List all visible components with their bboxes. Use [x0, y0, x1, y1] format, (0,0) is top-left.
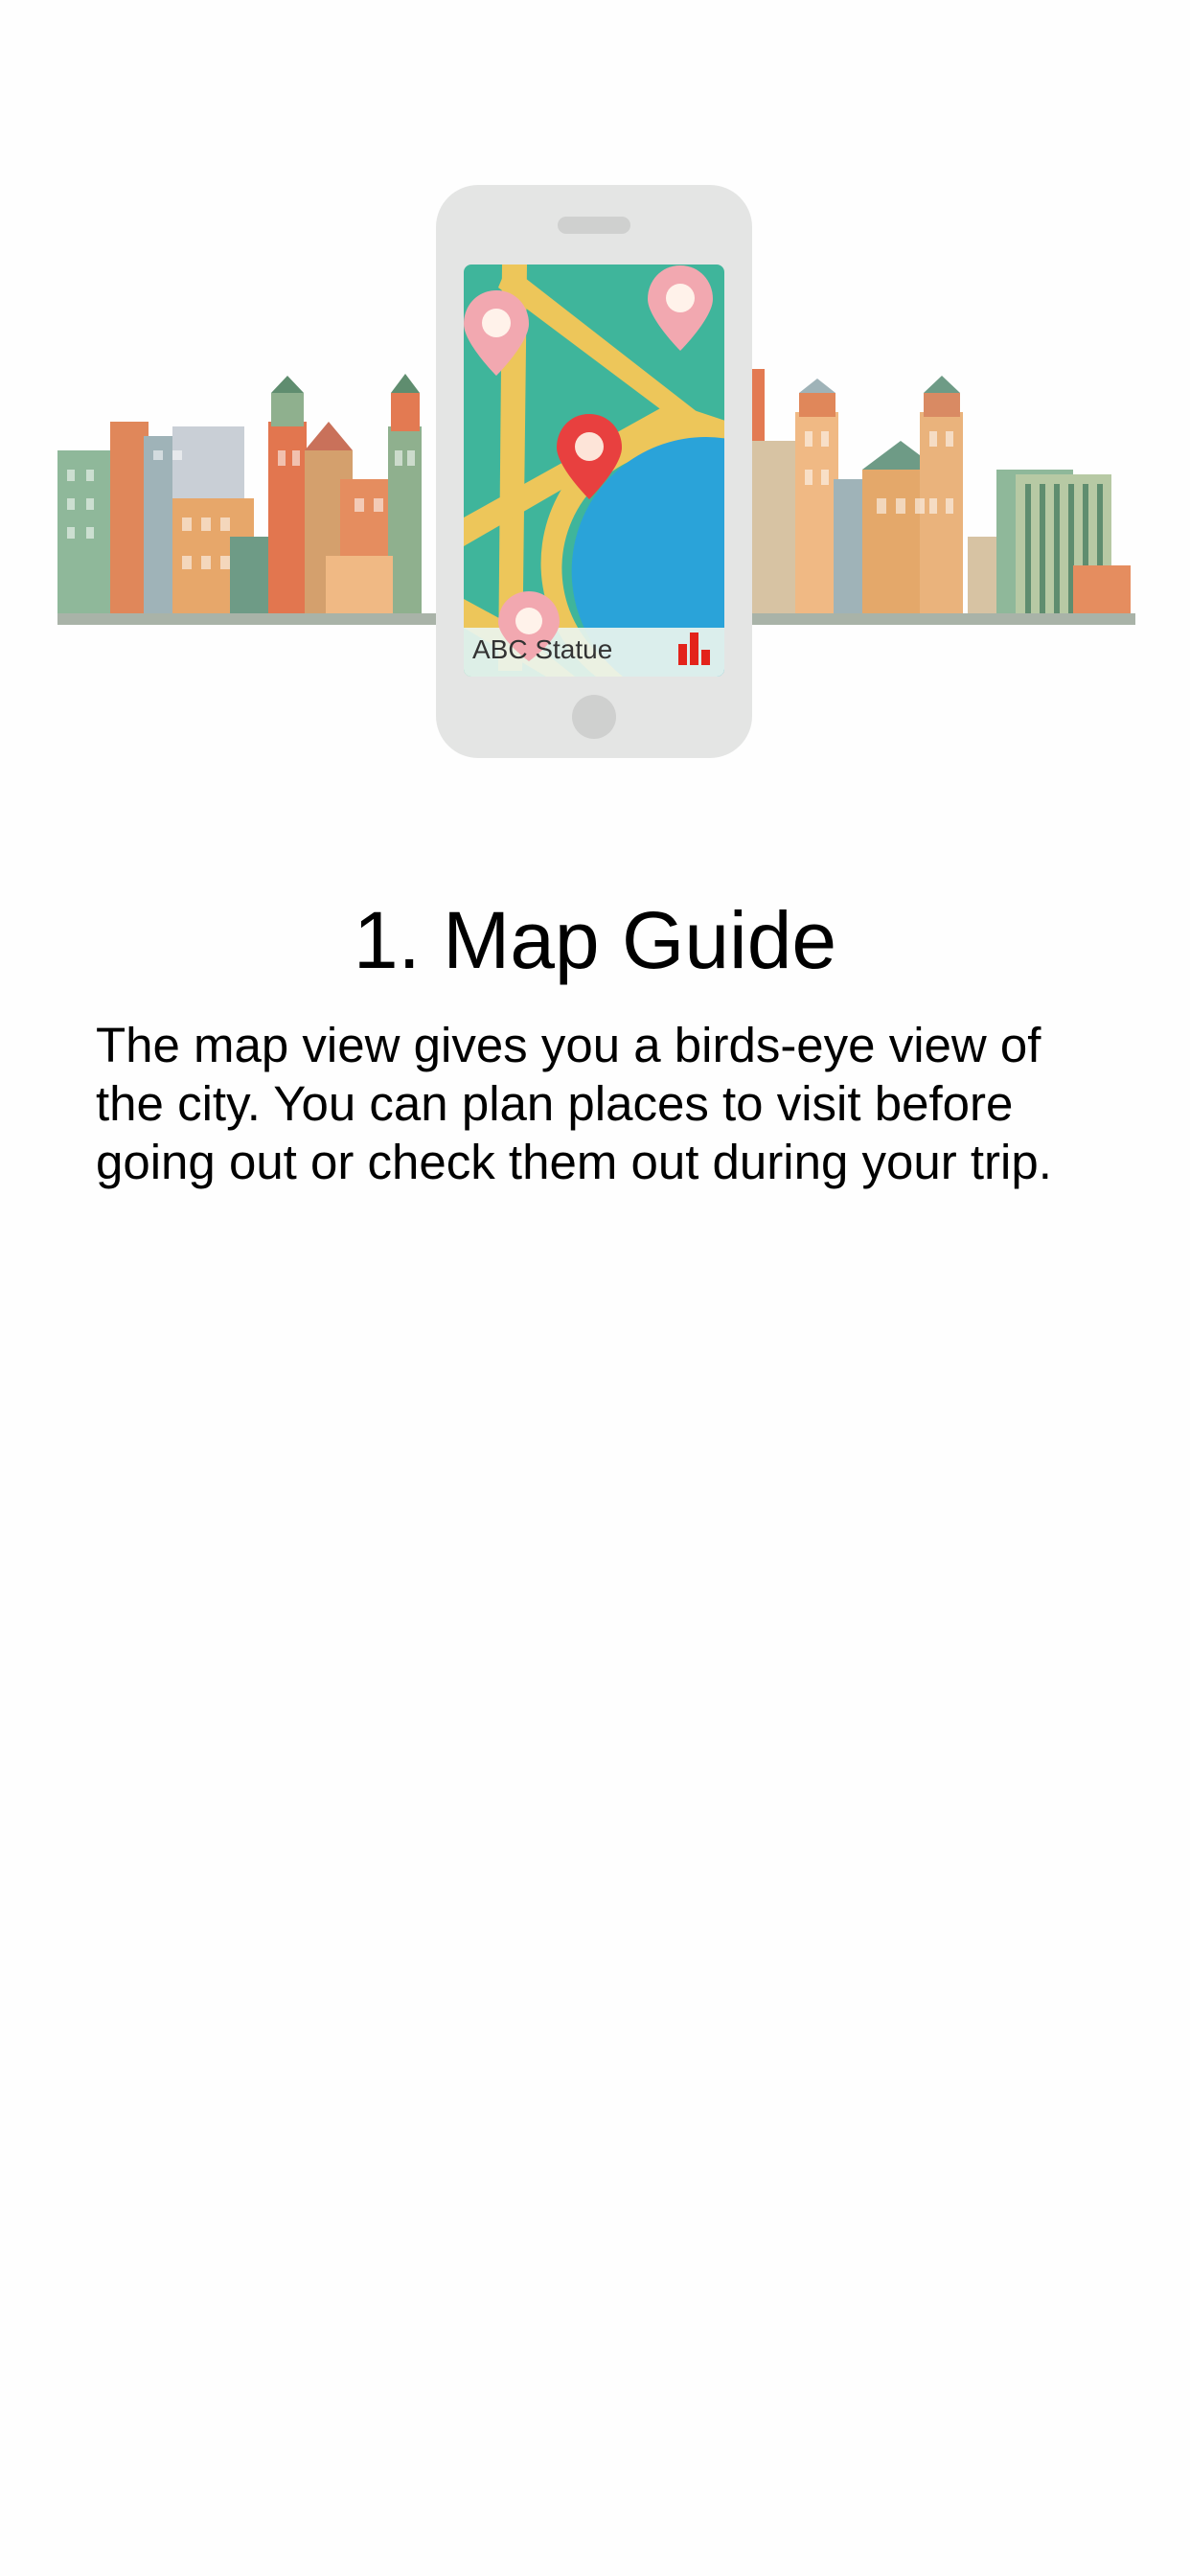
phone-illustration	[436, 185, 752, 758]
onboarding-description: The map view gives you a birds-eye view …	[96, 1018, 1052, 1189]
home-button-icon	[572, 695, 616, 739]
right-skyline	[743, 369, 1135, 625]
phone-screen-place-label: ABC Statue	[472, 634, 613, 664]
left-skyline	[57, 374, 436, 625]
onboarding-illustration: ABC Statue	[0, 0, 1190, 786]
onboarding-title: 1. Map Guide	[353, 895, 837, 985]
